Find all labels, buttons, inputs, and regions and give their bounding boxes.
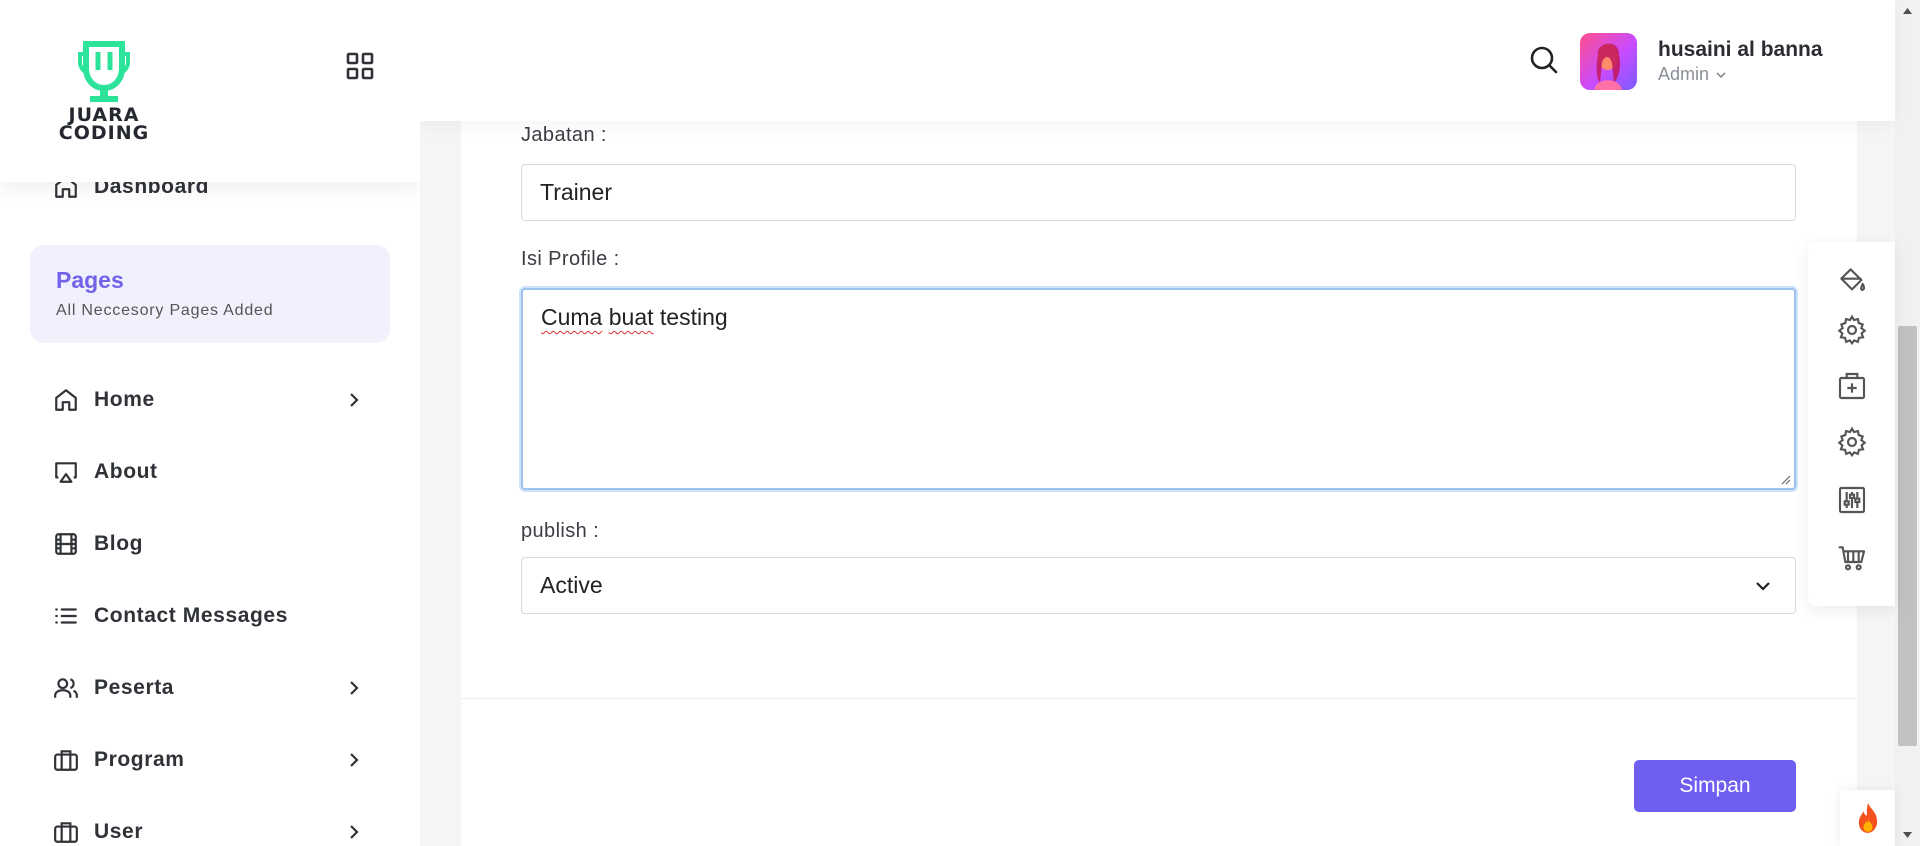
publish-select[interactable]: Active (521, 557, 1796, 614)
top-header: husaini al banna Admin (420, 0, 1895, 121)
scroll-down-arrow-icon[interactable] (1901, 830, 1914, 840)
paint-bucket-icon[interactable] (1836, 264, 1868, 296)
grid-menu-icon[interactable] (342, 48, 378, 84)
save-button[interactable]: Simpan (1634, 760, 1796, 812)
sidebar-item-home[interactable]: Home (52, 378, 382, 422)
search-icon[interactable] (1528, 44, 1560, 76)
sidebar-item-label: Peserta (94, 676, 175, 699)
fire-icon[interactable] (1840, 790, 1895, 846)
settings-tool-panel (1808, 242, 1895, 606)
list-icon (52, 602, 80, 630)
gear-icon[interactable] (1836, 314, 1868, 346)
gear-icon[interactable] (1836, 426, 1868, 458)
user-name: husaini al banna (1658, 38, 1823, 61)
sliders-icon[interactable] (1836, 484, 1868, 516)
pages-card-title: Pages (56, 267, 124, 293)
sidebar-item-about[interactable]: About (52, 450, 382, 494)
sidebar-item-label: User (94, 820, 144, 843)
trophy-icon (78, 41, 130, 102)
sidebar-item-user[interactable]: User (52, 810, 382, 846)
chevron-right-icon (350, 753, 359, 767)
profile-label: Isi Profile : (521, 248, 620, 270)
sidebar-item-label: About (94, 460, 158, 483)
sidebar-item-blog[interactable]: Blog (52, 522, 382, 566)
spellcheck-word: buat (608, 304, 654, 330)
jabatan-label: Jabatan : (521, 124, 607, 146)
cart-icon[interactable] (1836, 542, 1868, 574)
sidebar-nav: Dashboard Pages All Neccesory Pages Adde… (0, 150, 420, 846)
sidebar-item-label: Program (94, 748, 185, 771)
profile-word: testing (659, 304, 728, 330)
user-role-dropdown[interactable]: Admin (1658, 64, 1727, 85)
brand-logo[interactable]: JUARA CODING (48, 40, 160, 144)
briefcase-icon (52, 746, 80, 774)
profile-form-card: Jabatan : Trainer Isi Profile : Cuma bua… (461, 120, 1857, 846)
sidebar: JUARA CODING Dashboard Pages All Necceso… (0, 0, 420, 846)
chevron-right-icon (350, 825, 359, 839)
scrollbar-thumb[interactable] (1898, 326, 1917, 746)
brand-wordmark: JUARA CODING (58, 104, 150, 144)
jabatan-input[interactable]: Trainer (521, 164, 1796, 221)
avatar[interactable] (1580, 33, 1637, 90)
briefcase-icon (52, 818, 80, 846)
chevron-right-icon (350, 681, 359, 695)
pages-card-subtitle: All Neccesory Pages Added (56, 302, 274, 319)
medical-box-icon[interactable] (1836, 370, 1868, 402)
users-icon (52, 674, 80, 702)
monitor-icon (52, 458, 80, 486)
chevron-down-icon (1716, 71, 1726, 78)
home-icon (52, 386, 80, 414)
resize-handle-icon[interactable] (1779, 473, 1791, 485)
sidebar-item-peserta[interactable]: Peserta (52, 666, 382, 710)
user-avatar-illustration (1594, 43, 1622, 90)
sidebar-item-label: Blog (94, 532, 144, 555)
pages-card: Pages All Neccesory Pages Added (30, 245, 390, 343)
card-divider (461, 698, 1857, 699)
publish-label: publish : (521, 520, 600, 542)
user-role-label: Admin (1658, 64, 1710, 84)
jabatan-value: Trainer (540, 179, 612, 205)
chevron-down-icon (1756, 582, 1770, 591)
scroll-up-arrow-icon[interactable] (1901, 6, 1914, 16)
chevron-right-icon (350, 393, 359, 407)
publish-selected-value: Active (540, 572, 603, 598)
spellcheck-word: Cuma (541, 304, 603, 330)
sidebar-item-label: Home (94, 388, 155, 411)
sidebar-item-label: Contact Messages (94, 604, 288, 627)
sidebar-item-contact-messages[interactable]: Contact Messages (52, 594, 382, 638)
film-icon (52, 530, 80, 558)
sidebar-header: JUARA CODING (0, 0, 420, 182)
profile-textarea[interactable]: Cuma buat testing (521, 288, 1796, 490)
sidebar-item-program[interactable]: Program (52, 738, 382, 782)
page-scrollbar[interactable] (1895, 0, 1920, 846)
